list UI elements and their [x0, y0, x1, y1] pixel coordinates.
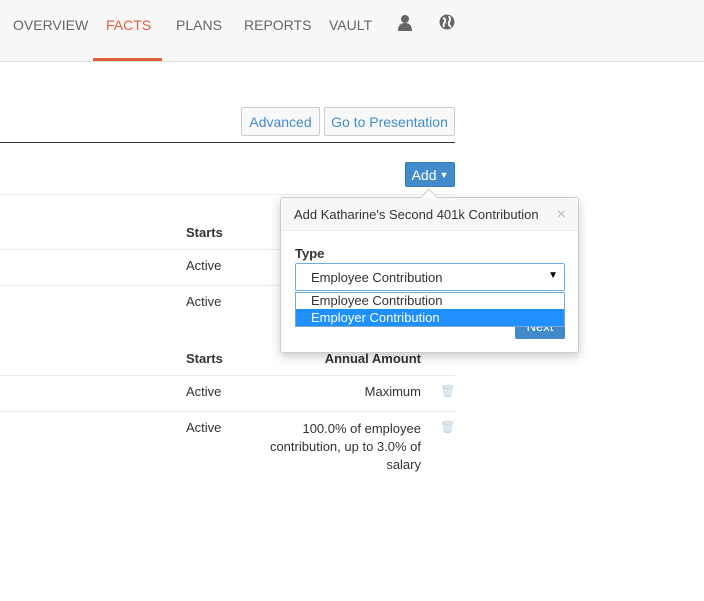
table-cell: Active — [186, 294, 222, 309]
row-divider — [0, 411, 455, 412]
nav-plans[interactable]: PLANS — [176, 17, 222, 33]
add-button[interactable]: Add ▼ — [405, 162, 455, 187]
go-to-presentation-button[interactable]: Go to Presentation — [324, 107, 455, 136]
nav-vault[interactable]: VAULT — [329, 17, 372, 33]
starts-header: Starts — [186, 351, 223, 366]
close-icon[interactable]: × — [557, 206, 566, 224]
trash-icon[interactable]: 🗑 — [440, 420, 455, 434]
popover-header: Add Katharine's Second 401k Contribution… — [281, 198, 578, 231]
nav-reports[interactable]: REPORTS — [244, 17, 311, 33]
table-cell: Active — [186, 420, 222, 435]
nav-overview[interactable]: OVERVIEW — [13, 17, 88, 33]
starts-header: Starts — [186, 225, 223, 240]
popover-title: Add Katharine's Second 401k Contribution — [294, 207, 539, 222]
nav-facts[interactable]: FACTS — [106, 17, 151, 33]
add-contribution-popover: Add Katharine's Second 401k Contribution… — [280, 188, 579, 353]
table-cell: Active — [186, 384, 222, 399]
type-select[interactable]: Employee Contribution ▼ — [295, 263, 565, 291]
user-icon[interactable] — [397, 14, 413, 34]
advanced-button[interactable]: Advanced — [241, 107, 320, 136]
caret-down-icon: ▼ — [548, 270, 558, 281]
active-tab-indicator — [93, 58, 162, 61]
type-select-value: Employee Contribution — [311, 270, 443, 285]
option-employer-contribution[interactable]: Employer Contribution — [296, 309, 564, 326]
add-label: Add — [411, 166, 437, 183]
table-cell: Active — [186, 258, 222, 273]
type-dropdown-list: Employee Contribution Employer Contribut… — [295, 292, 565, 327]
row-divider — [0, 375, 455, 376]
annual-amount-header: Annual Amount — [324, 351, 421, 366]
trash-icon[interactable]: 🗑 — [440, 384, 455, 398]
table-cell: Maximum — [364, 384, 421, 399]
type-label: Type — [295, 246, 325, 261]
table-cell: 100.0% of employee contribution, up to 3… — [269, 421, 421, 472]
divider — [0, 142, 455, 143]
option-employee-contribution[interactable]: Employee Contribution — [296, 293, 564, 309]
globe-icon[interactable] — [439, 14, 455, 33]
divider — [0, 194, 455, 195]
top-nav: OVERVIEW FACTS PLANS REPORTS VAULT — [0, 0, 704, 62]
caret-down-icon: ▼ — [439, 169, 449, 180]
